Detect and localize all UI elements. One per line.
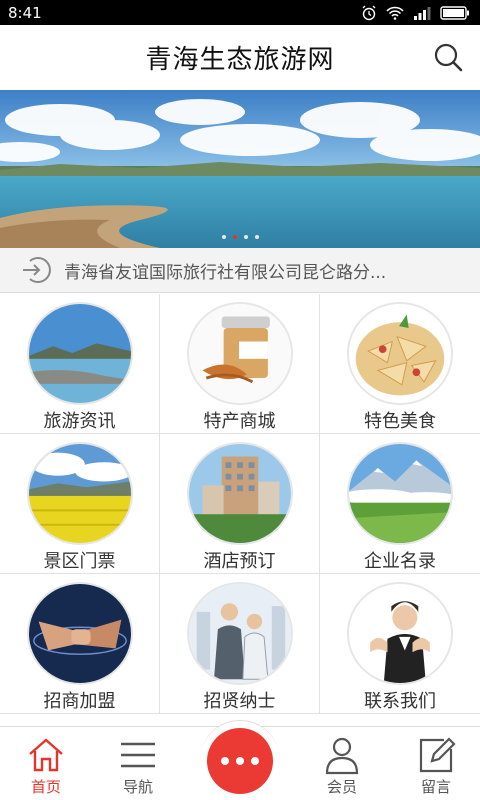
banner-carousel[interactable]	[0, 90, 480, 248]
hotel-booking-image	[186, 442, 293, 545]
grid-item-hotel-booking[interactable]: 酒店预订	[160, 434, 320, 574]
carousel-dot-active[interactable]	[232, 235, 237, 239]
banner-image	[0, 90, 480, 248]
login-arrow-icon	[23, 257, 51, 283]
tab-label: 会员	[326, 778, 357, 796]
signal-icon	[414, 6, 431, 20]
special-food-image	[347, 302, 453, 405]
tab-member[interactable]: 会员	[310, 727, 374, 800]
app-header: 青海生态旅游网	[0, 25, 480, 90]
grid-item-label: 企业名录	[364, 551, 436, 572]
recruitment-image	[186, 582, 293, 685]
carousel-dots	[0, 235, 480, 239]
grid-item-investment-franchise[interactable]: 招商加盟	[0, 574, 160, 714]
home-icon	[29, 738, 63, 772]
menu-icon	[121, 742, 155, 768]
company-directory-image	[347, 442, 453, 545]
tab-label: 留言	[420, 778, 451, 796]
tab-message[interactable]: 留言	[404, 727, 468, 800]
grid-item-label: 旅游资讯	[43, 411, 116, 432]
grid-item-label: 景区门票	[43, 551, 116, 572]
status-bar: 8:41	[0, 0, 480, 25]
page-title: 青海生态旅游网	[145, 45, 335, 75]
contact-us-image	[347, 582, 453, 685]
grid-item-company-directory[interactable]: 企业名录	[320, 434, 480, 574]
battery-icon	[440, 5, 469, 20]
grid-item-label: 酒店预订	[203, 551, 276, 572]
grid-item-special-food[interactable]: 特色美食	[320, 294, 480, 434]
carousel-dot[interactable]	[243, 235, 248, 239]
grid-item-recruitment[interactable]: 招贤纳士	[160, 574, 320, 714]
carousel-dot[interactable]	[221, 235, 226, 239]
grid-item-travel-news[interactable]: 旅游资讯	[0, 294, 160, 434]
more-icon	[207, 727, 273, 794]
more-button[interactable]	[200, 720, 280, 800]
tab-home[interactable]: 首页	[14, 727, 78, 800]
alarm-icon	[362, 5, 376, 20]
user-icon	[325, 737, 359, 775]
grid-item-specialty-mall[interactable]: 特产商城	[160, 294, 320, 434]
grid-item-label: 特色美食	[364, 411, 436, 432]
grid-item-contact-us[interactable]: 联系我们	[320, 574, 480, 714]
grid-item-label: 联系我们	[364, 691, 436, 712]
grid-item-label: 招贤纳士	[203, 691, 276, 712]
notice-bar[interactable]: 青海省友谊国际旅行社有限公司昆仑路分...	[0, 248, 480, 293]
wifi-icon	[386, 6, 404, 20]
carousel-dot[interactable]	[254, 235, 259, 239]
search-icon[interactable]	[432, 41, 464, 73]
investment-franchise-image	[26, 582, 133, 685]
travel-news-image	[26, 302, 133, 405]
status-time: 8:41	[8, 3, 42, 22]
specialty-mall-image	[186, 302, 293, 405]
grid-item-label: 招商加盟	[43, 691, 116, 712]
tab-label: 首页	[30, 778, 61, 796]
edit-icon	[419, 737, 456, 773]
notice-text[interactable]: 青海省友谊国际旅行社有限公司昆仑路分...	[64, 258, 464, 283]
scenic-tickets-image	[26, 442, 133, 545]
grid-item-scenic-tickets[interactable]: 景区门票	[0, 434, 160, 574]
tab-navigation[interactable]: 导航	[106, 727, 170, 800]
tab-label: 导航	[122, 778, 153, 796]
category-grid: 旅游资讯 特产商城 特色美食 景区门票 酒店预订 企业名录 招商加盟 招贤纳士 …	[0, 294, 480, 714]
grid-item-label: 特产商城	[203, 411, 276, 432]
